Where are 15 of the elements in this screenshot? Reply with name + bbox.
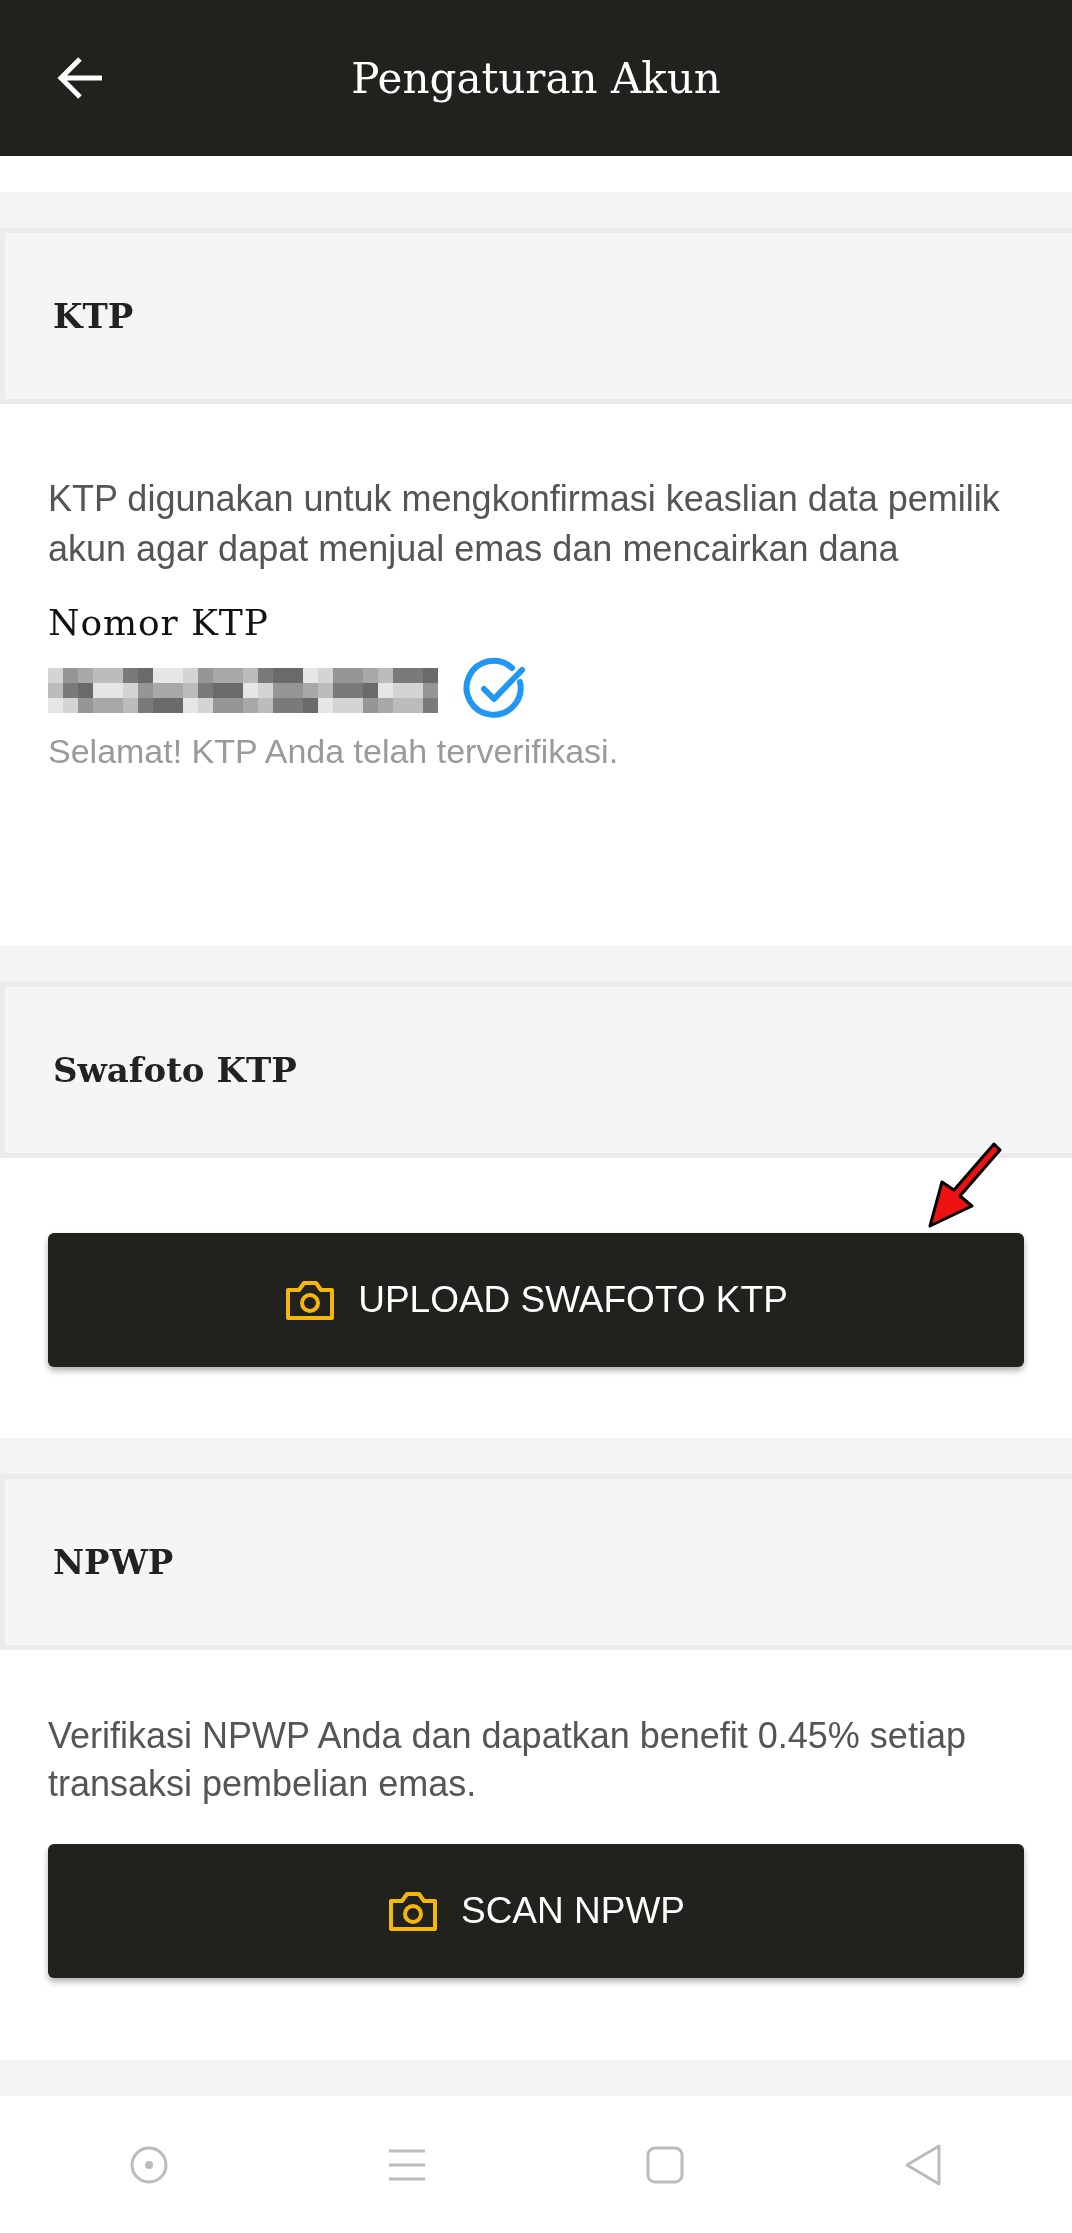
camera-icon — [386, 1889, 439, 1933]
back-triangle-icon[interactable] — [903, 2142, 943, 2187]
section-title: Swafoto KTP — [53, 1048, 297, 1092]
screen-title: Pengaturan Akun — [351, 52, 721, 105]
upload-button[interactable]: SCAN NPWP — [48, 1844, 1024, 1978]
description-text: KTP digunakan untuk mengkonfirmasi keaslian data pemilik akun agar dapat menjual emas dan mencairkan dana — [48, 477, 1001, 571]
field-label: Nomor KTP — [48, 601, 270, 645]
status-text: Selamat! KTP Anda telah terverifikasi. — [48, 731, 620, 772]
upload-button[interactable]: UPLOAD SWAFOTO KTP — [48, 1233, 1024, 1367]
camera-icon — [284, 1278, 337, 1322]
section-title: KTP — [53, 294, 134, 338]
section-title: NPWP — [53, 1540, 174, 1584]
description-text: Verifikasi NPWP Anda dan dapatkan benefit 0.45% setiap transaksi pembelian emas. — [48, 1714, 967, 1806]
square-icon[interactable] — [645, 2144, 685, 2185]
circle-dot-icon[interactable] — [129, 2144, 169, 2185]
